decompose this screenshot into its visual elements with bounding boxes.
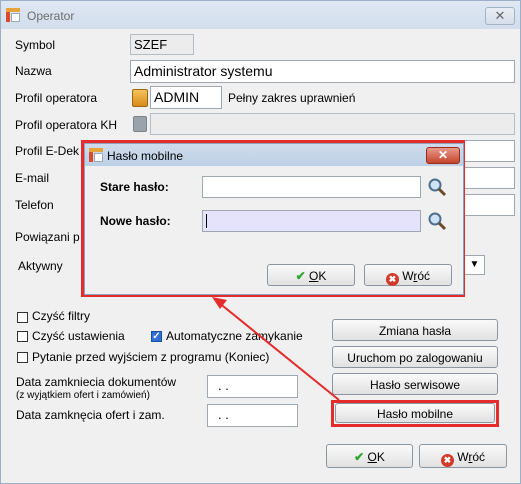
dialog-close-button[interactable]: ✕ — [426, 147, 460, 164]
check-icon: ✔ — [295, 269, 306, 283]
dialog-ok-button[interactable]: ✔ OK — [267, 264, 355, 286]
new-password-field[interactable] — [202, 210, 421, 232]
dialog-ok-underlined-letter: O — [309, 269, 319, 283]
dialog-cancel-post: óć — [417, 269, 431, 283]
dialog-title: Hasło mobilne — [107, 149, 184, 163]
old-password-label: Stare hasło: — [100, 180, 169, 194]
dialog-cancel-pre: W — [402, 269, 414, 283]
new-password-label: Nowe hasło: — [100, 214, 171, 228]
old-password-field[interactable] — [202, 176, 421, 198]
dialog-cancel-content: ✖ Wróć — [365, 269, 451, 286]
old-password-search-icon[interactable] — [427, 177, 447, 197]
dialog-title-bar: Hasło mobilne ✕ — [85, 144, 463, 166]
dialog-ok-content: ✔ OK — [268, 269, 354, 283]
dialog-ok-rest: K — [318, 269, 327, 283]
dialog-cancel-button[interactable]: ✖ Wróć — [364, 264, 452, 286]
new-password-search-icon[interactable] — [427, 211, 447, 231]
cancel-x-icon: ✖ — [385, 273, 399, 286]
dialog-app-icon — [89, 148, 103, 162]
haslo-mobilne-dialog: Hasło mobilne ✕ Stare hasło: Nowe hasło:… — [84, 143, 464, 295]
text-cursor — [206, 214, 207, 228]
